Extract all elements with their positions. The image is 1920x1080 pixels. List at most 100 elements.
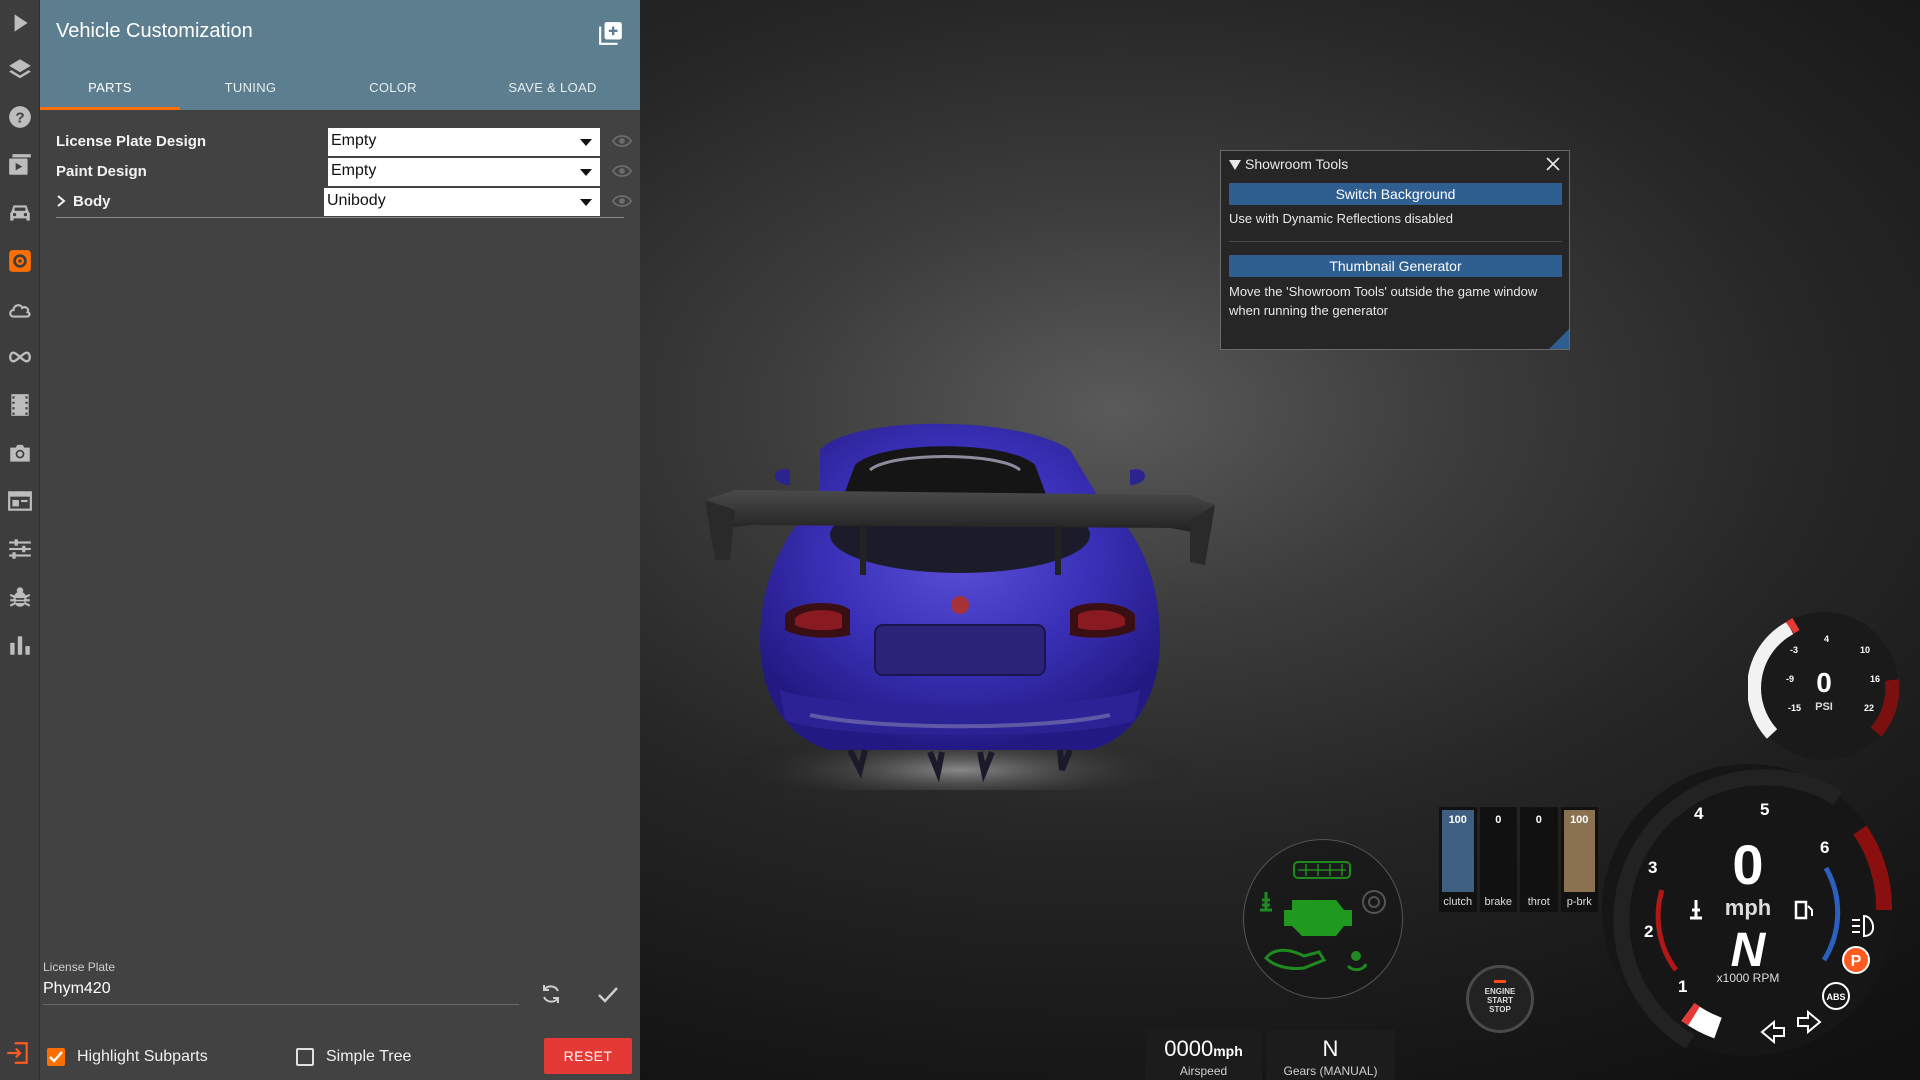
- gear-value: N: [1322, 1036, 1339, 1061]
- body-select[interactable]: Unibody: [324, 188, 600, 216]
- visibility-eye-icon[interactable]: [612, 193, 632, 209]
- airspeed-label: Airspeed: [1179, 1064, 1228, 1078]
- simple-tree-toggle[interactable]: Simple Tree: [296, 1045, 411, 1069]
- visibility-eye-icon[interactable]: [612, 133, 632, 149]
- play-icon[interactable]: [5, 8, 34, 37]
- svg-text:?: ?: [15, 109, 24, 126]
- panel-tabs: PARTS TUNING COLOR SAVE & LOAD: [40, 72, 640, 110]
- sliders-icon[interactable]: [5, 534, 34, 563]
- apply-check-icon[interactable]: [596, 982, 620, 1006]
- checkbox-checked[interactable]: [47, 1048, 65, 1066]
- thumbnail-generator-button[interactable]: Thumbnail Generator: [1229, 255, 1562, 277]
- exit-icon[interactable]: [5, 1040, 33, 1068]
- engine-start-stop-button[interactable]: ENGINE START STOP: [1466, 965, 1534, 1033]
- stop-label: STOP: [1489, 1005, 1511, 1014]
- tab-tuning[interactable]: TUNING: [180, 72, 321, 110]
- caret-down-icon: [580, 199, 592, 206]
- rpm-tick-label: 2: [1644, 922, 1653, 941]
- turbo-icon: [1362, 890, 1386, 914]
- bug-icon[interactable]: [5, 582, 34, 611]
- tab-color[interactable]: COLOR: [321, 72, 465, 110]
- cloud-icon[interactable]: [5, 294, 34, 323]
- pedal-value: 0: [1535, 814, 1542, 826]
- close-icon[interactable]: [1545, 156, 1561, 172]
- speed-unit: mph: [1725, 895, 1771, 920]
- pedal-label: throt: [1527, 896, 1550, 908]
- check-icon: [49, 1051, 63, 1063]
- airspeed-cell: 0000mph Airspeed: [1145, 1030, 1262, 1080]
- showroom-tools-title: Showroom Tools: [1245, 156, 1349, 172]
- select-value: Unibody: [327, 192, 386, 209]
- boost-tick-label: -3: [1790, 645, 1798, 655]
- pedal-value: 100: [1570, 814, 1589, 826]
- thumbnail-generator-description: Move the 'Showroom Tools' outside the ga…: [1229, 284, 1538, 318]
- window-icon[interactable]: [5, 486, 34, 515]
- rpm-tick-label: 4: [1694, 804, 1704, 823]
- add-window-button[interactable]: [598, 20, 624, 46]
- boost-tick-label: 10: [1860, 645, 1870, 655]
- pedal-clutch: 100 clutch: [1439, 807, 1477, 912]
- engine-icon: [1284, 900, 1352, 936]
- pedal-parking-brake: 100 p-brk: [1560, 807, 1598, 912]
- car-viewport[interactable]: [690, 410, 1230, 790]
- switch-background-button[interactable]: Switch Background: [1229, 183, 1562, 205]
- layers-icon[interactable]: [5, 54, 34, 83]
- license-plate-design-select[interactable]: Empty: [328, 128, 600, 156]
- pedal-value: 100: [1448, 814, 1467, 826]
- paint-design-select[interactable]: Empty: [328, 158, 600, 186]
- rpm-tick-label: 6: [1820, 838, 1829, 857]
- boost-value: 0: [1816, 667, 1832, 698]
- refresh-icon[interactable]: [539, 982, 563, 1006]
- engine-status-ring: [1243, 839, 1403, 999]
- license-plate-label: License Plate: [43, 960, 116, 974]
- bar-chart-icon[interactable]: [5, 630, 34, 659]
- tab-parts[interactable]: PARTS: [40, 72, 180, 110]
- camera-icon[interactable]: [5, 438, 34, 467]
- start-label: START: [1486, 996, 1514, 1005]
- license-plate-input[interactable]: Phym420: [43, 980, 519, 1005]
- boost-tick-label: -9: [1786, 674, 1794, 684]
- panel-title: Vehicle Customization: [56, 20, 253, 42]
- property-row-license-plate-design: License Plate Design Empty: [56, 128, 632, 156]
- property-row-body: Body Unibody: [56, 188, 632, 216]
- vehicle-customization-panel: Vehicle Customization PARTS TUNING COLOR…: [40, 0, 640, 1080]
- highlight-subparts-toggle[interactable]: Highlight Subparts: [47, 1045, 208, 1069]
- rpm-tick-label: 5: [1760, 800, 1769, 819]
- speed-value: 0: [1732, 833, 1763, 896]
- parking-indicator: P: [1851, 953, 1862, 970]
- film-icon[interactable]: [5, 390, 34, 419]
- coolant-temp-icon: [1260, 892, 1272, 912]
- chevron-right-icon[interactable]: [56, 194, 66, 208]
- boost-tick-label: 16: [1870, 674, 1880, 684]
- tab-save-load[interactable]: SAVE & LOAD: [465, 72, 640, 110]
- rpm-label: x1000 RPM: [1717, 971, 1780, 985]
- car-badge: [951, 596, 969, 614]
- property-label: Paint Design: [56, 163, 147, 180]
- select-value: Empty: [331, 132, 377, 149]
- property-label: License Plate Design: [56, 133, 207, 150]
- pedal-inputs: 100 clutch 0 brake 0 throt 100 p-brk: [1439, 807, 1598, 912]
- boost-tick-label: -15: [1788, 703, 1801, 713]
- property-label: Body: [73, 193, 111, 210]
- checkbox-unchecked[interactable]: [296, 1048, 314, 1066]
- boost-unit: PSI: [1815, 701, 1833, 713]
- resize-grip[interactable]: [1549, 329, 1569, 349]
- abs-indicator: ABS: [1826, 992, 1845, 1002]
- reset-button[interactable]: RESET: [544, 1038, 632, 1074]
- pedal-label: brake: [1484, 896, 1513, 908]
- tach-gear-value: N: [1731, 924, 1767, 977]
- engine-indicator: [1494, 980, 1506, 983]
- car-icon[interactable]: [5, 198, 34, 227]
- property-row-paint-design: Paint Design Empty: [56, 158, 632, 186]
- video-icon[interactable]: [5, 150, 34, 179]
- collapse-triangle-icon[interactable]: [1229, 160, 1241, 170]
- visibility-eye-icon[interactable]: [612, 163, 632, 179]
- customize-icon[interactable]: [5, 246, 34, 275]
- boost-gauge: -3 4 10 -9 16 -15 22 0 PSI: [1747, 610, 1900, 762]
- help-icon[interactable]: ?: [5, 102, 34, 131]
- tachometer: 1 2 3 4 5 6 0 mph N x1000 RPM P ABS: [1598, 760, 1898, 1060]
- infinity-icon[interactable]: [5, 342, 34, 371]
- boost-tick-label: 22: [1864, 703, 1874, 713]
- gear-cell: N Gears (MANUAL): [1266, 1030, 1395, 1080]
- divider: [56, 217, 624, 218]
